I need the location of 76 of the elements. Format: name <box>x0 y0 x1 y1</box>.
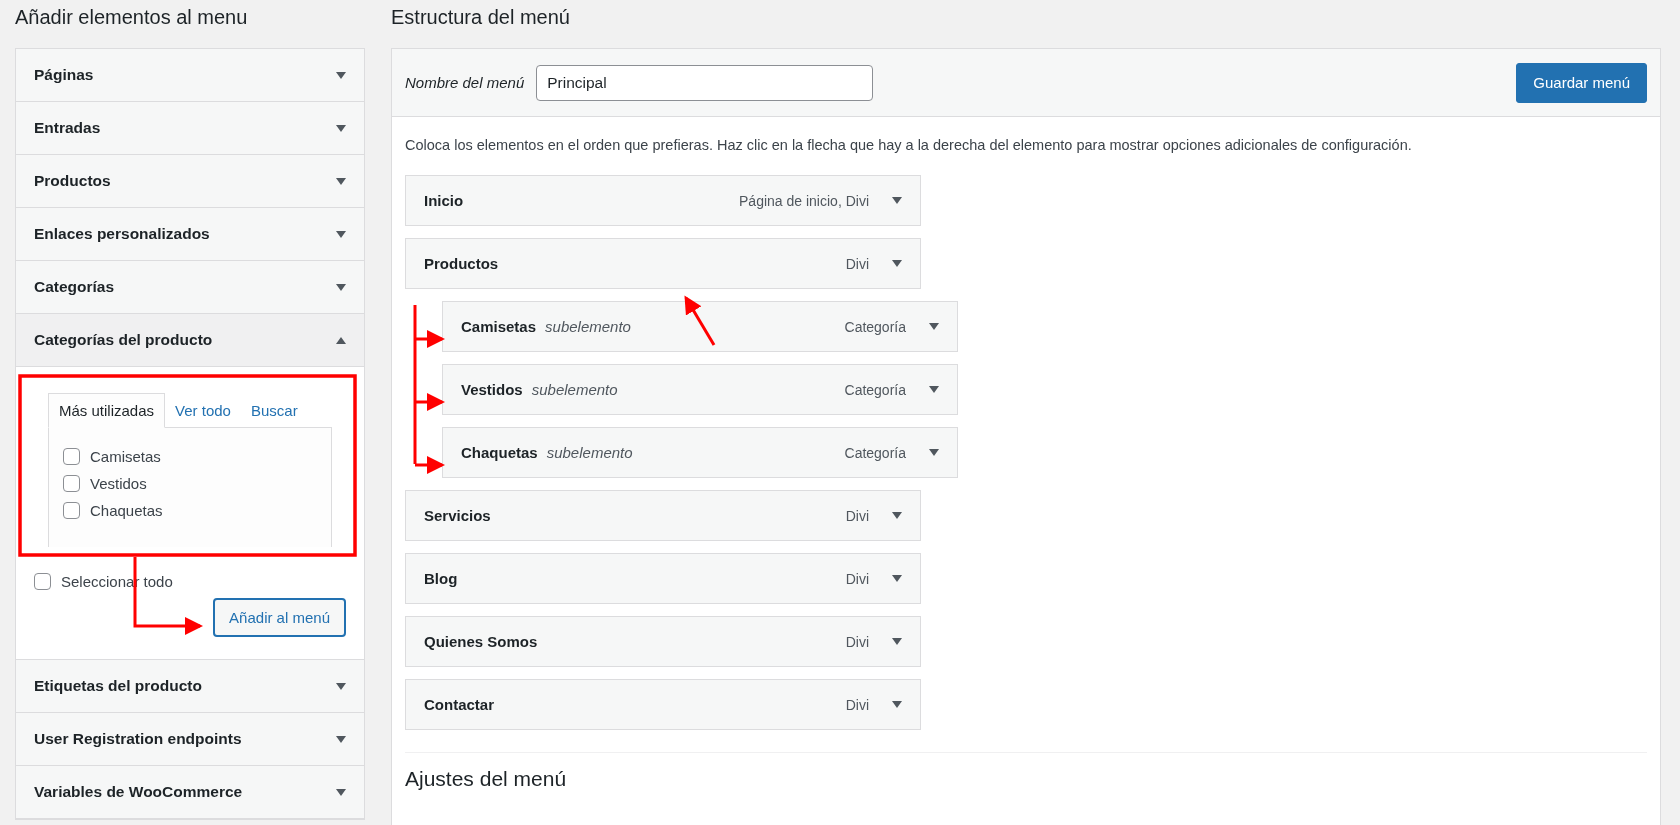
item-title: Servicios <box>424 507 491 524</box>
item-type: Divi <box>845 255 869 272</box>
caret-icon[interactable] <box>892 701 902 708</box>
checkbox[interactable] <box>63 502 80 519</box>
item-type: Divi <box>845 696 869 713</box>
checkbox[interactable] <box>63 448 80 465</box>
column-title: Estructura del menú <box>391 5 571 30</box>
caret-icon[interactable] <box>929 323 939 330</box>
accordion-section[interactable]: Categorías del producto <box>16 314 364 367</box>
item-title: Chaquetas <box>461 444 538 461</box>
menu-name-field[interactable]: Principal <box>536 64 874 101</box>
caret-icon[interactable] <box>929 449 939 456</box>
menu-item[interactable]: Inicio Página de inicio, Divi <box>405 175 921 226</box>
menu-item[interactable]: Camisetas subelemento Categoría <box>442 301 958 352</box>
tab[interactable]: Ver todo <box>165 394 241 427</box>
item-type: Divi <box>845 507 869 524</box>
menu-item[interactable]: Vestidos subelemento Categoría <box>442 364 958 415</box>
instructions-text: Coloca los elementos en el orden que prefieras. Haz clic en la flecha que hay a la derecha del elemento para mostrar opciones adicionales de configuración. <box>405 137 1413 153</box>
item-title: Contactar <box>424 696 494 713</box>
item-title: Vestidos <box>461 381 523 398</box>
caret-icon <box>336 735 346 743</box>
caret-icon <box>336 336 346 344</box>
accordion-section[interactable]: Enlaces personalizados <box>16 208 364 261</box>
item-type: Divi <box>845 570 869 587</box>
accordion-section[interactable]: Categorías <box>16 261 364 314</box>
column-title: Añadir elementos al menu <box>15 5 249 30</box>
menu-item[interactable]: Chaquetas subelemento Categoría <box>442 427 958 478</box>
caret-icon <box>336 682 346 690</box>
item-note: subelemento <box>546 444 633 461</box>
section-heading: Ajustes del menú <box>405 767 568 791</box>
caret-icon[interactable] <box>892 197 902 204</box>
tab[interactable]: Más utilizadas <box>48 393 166 428</box>
caret-icon[interactable] <box>929 386 939 393</box>
caret-icon <box>336 283 346 291</box>
item-type: Página de inicio, Divi <box>739 192 869 209</box>
checkbox-label: Camisetas <box>90 448 161 465</box>
item-note: subelemento <box>531 381 618 398</box>
menu-item[interactable]: Servicios Divi <box>405 490 921 541</box>
caret-icon[interactable] <box>892 512 902 519</box>
accordion-section[interactable]: Productos <box>16 155 364 208</box>
item-type: Categoría <box>844 381 906 398</box>
caret-icon <box>336 230 346 238</box>
accordion-section[interactable]: Entradas <box>16 102 364 155</box>
caret-icon[interactable] <box>892 260 902 267</box>
caret-icon <box>336 788 346 796</box>
caret-icon <box>336 177 346 185</box>
menu-name-label: Nombre del menú <box>405 74 525 91</box>
caret-icon <box>336 124 346 132</box>
accordion-section[interactable]: Etiquetas del producto <box>16 660 364 713</box>
checkbox-label: Chaquetas <box>90 502 163 519</box>
menu-item[interactable]: Contactar Divi <box>405 679 921 730</box>
add-to-menu-button[interactable]: Añadir al menú <box>213 598 346 637</box>
checkbox[interactable] <box>34 573 51 590</box>
item-title: Productos <box>424 255 499 272</box>
checkbox[interactable] <box>63 475 80 492</box>
item-title: Quienes Somos <box>424 633 538 650</box>
caret-icon[interactable] <box>892 575 902 582</box>
tab[interactable]: Buscar <box>240 394 308 427</box>
menu-item[interactable]: Productos Divi <box>405 238 921 289</box>
caret-icon[interactable] <box>892 638 902 645</box>
save-menu-button[interactable]: Guardar menú <box>1516 62 1647 103</box>
menu-item[interactable]: Blog Divi <box>405 553 921 604</box>
item-note: subelemento <box>545 318 631 335</box>
menu-item[interactable]: Quienes Somos Divi <box>405 616 921 667</box>
item-title: Blog <box>424 570 458 587</box>
caret-icon <box>336 71 346 79</box>
item-type: Divi <box>845 633 869 650</box>
annotation-arrow <box>684 295 716 346</box>
accordion-section[interactable]: User Registration endpoints <box>16 713 364 766</box>
accordion-section[interactable]: Variables de WooCommerce <box>16 766 364 819</box>
item-title: Camisetas <box>461 318 537 335</box>
checkbox-label: Vestidos <box>90 475 147 492</box>
item-type: Categoría <box>844 444 906 461</box>
accordion-section[interactable]: Páginas <box>16 49 364 102</box>
item-type: Categoría <box>844 318 906 335</box>
item-title: Inicio <box>424 192 464 209</box>
